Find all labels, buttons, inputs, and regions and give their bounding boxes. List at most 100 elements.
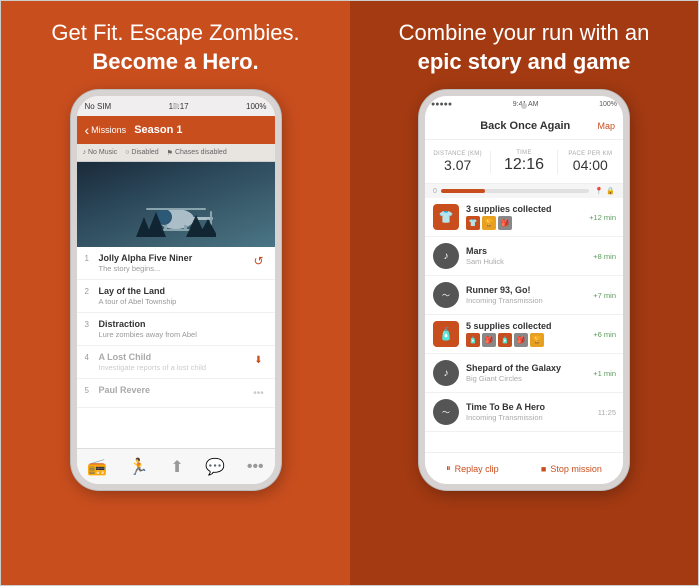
mission-number-1: 1 — [85, 254, 95, 263]
wave-icon-1: 〜 — [432, 281, 460, 309]
progress-row: 0 📍 🔒 — [425, 184, 623, 198]
dots-icon: ••• — [251, 385, 267, 401]
activity-title-1: 3 supplies collected — [466, 204, 583, 214]
activity-list: 👕 3 supplies collected 👕 🏆 🎒 +12 min ♪ — [425, 198, 623, 452]
activity-time-4: +6 min — [593, 330, 616, 339]
shield-icon: 🔒 — [606, 187, 615, 195]
tab-share-icon[interactable]: ⬆ — [170, 457, 183, 477]
right-headline: Combine your run with an epic story and … — [399, 19, 650, 76]
phone-camera — [173, 103, 179, 109]
battery-text: 100% — [246, 102, 266, 111]
transmission-icon-1: 〜 — [433, 282, 459, 308]
supply-icon-1: 👕 — [432, 203, 460, 231]
badge-bag2: 🎒 — [482, 333, 496, 347]
nav-bar-right: Back Once Again Map — [425, 112, 623, 140]
stop-mission-button[interactable]: ■ Stop mission — [541, 464, 602, 474]
chases-label: Disabled — [131, 149, 158, 156]
activity-info-5: Shepard of the Galaxy Big Giant Circles — [466, 363, 587, 383]
activity-info-3: Runner 93, Go! Incoming Transmission — [466, 285, 587, 305]
badge-bag4: 🎒 — [514, 333, 528, 347]
activity-time-3: +7 min — [593, 291, 616, 300]
nav-title-right: Back Once Again — [480, 120, 570, 132]
right-headline-line1: Combine your run with an — [399, 20, 650, 45]
mission-name-4: A Lost Child — [99, 352, 251, 362]
bottom-tabs-left: 📻 🏃 ⬆ 💬 ••• — [77, 448, 275, 484]
left-headline-line2: Become a Hero. — [92, 49, 258, 74]
chases-disabled-item: ⚑ Chases disabled — [167, 149, 227, 157]
tab-radio-icon[interactable]: 📻 — [87, 457, 107, 477]
left-headline: Get Fit. Escape Zombies. Become a Hero. — [51, 19, 299, 76]
signal-dots: ●●●●● — [431, 101, 452, 108]
pace-value: 04:00 — [573, 157, 608, 173]
distance-stat: Distance (km) 3.07 — [425, 151, 491, 173]
left-phone: No SIM 18:17 100% Missions Season 1 ♪ No… — [71, 90, 281, 490]
left-headline-line1: Get Fit. Escape Zombies. — [51, 20, 299, 45]
mission-info-4: A Lost Child Investigate reports of a lo… — [99, 352, 251, 372]
badge-trophy2: 🏆 — [530, 333, 544, 347]
right-phone-camera — [521, 103, 527, 109]
activity-item-3: 〜 Runner 93, Go! Incoming Transmission +… — [425, 276, 623, 315]
phone-screen-left: Missions Season 1 ♪ No Music ○ Disabled … — [77, 116, 275, 484]
left-panel: Get Fit. Escape Zombies. Become a Hero. … — [1, 1, 350, 585]
activity-title-6: Time To Be A Hero — [466, 402, 592, 412]
activity-title-4: 5 supplies collected — [466, 321, 587, 331]
nav-bar-left: Missions Season 1 — [77, 116, 275, 144]
mission-image — [77, 162, 275, 247]
activity-time-6: 11:25 — [598, 408, 616, 417]
activity-info-4: 5 supplies collected 🧴 🎒 🧴 🎒 🏆 — [466, 321, 587, 347]
activity-subtitle-5: Big Giant Circles — [466, 374, 587, 383]
mission-item-1[interactable]: 1 Jolly Alpha Five Niner The story begin… — [77, 247, 275, 280]
right-phone: ●●●●● 9:41 AM 100% Back Once Again Map D… — [419, 90, 629, 490]
replay-clip-button[interactable]: ⏸ Replay clip — [446, 463, 499, 474]
mission-name-1: Jolly Alpha Five Niner — [99, 253, 251, 263]
time-value: 12:16 — [504, 156, 544, 174]
mission-desc-4: Investigate reports of a lost child — [99, 363, 251, 372]
carrier-text: No SIM — [85, 102, 112, 111]
badge-bag: 🎒 — [498, 216, 512, 230]
mission-info-1: Jolly Alpha Five Niner The story begins.… — [99, 253, 251, 273]
supply-icon-2: 🧴 — [432, 320, 460, 348]
progress-icons: 📍 🔒 — [595, 187, 615, 195]
activity-title-2: Mars — [466, 246, 587, 256]
nav-back-button[interactable]: Missions — [85, 122, 127, 138]
activity-item-6: 〜 Time To Be A Hero Incoming Transmissio… — [425, 393, 623, 432]
mission-desc-1: The story begins... — [99, 264, 251, 273]
flag-icon: ⚑ — [167, 149, 173, 157]
tab-chat-icon[interactable]: 💬 — [205, 457, 225, 477]
map-button[interactable]: Map — [597, 121, 615, 131]
badge-shirt: 👕 — [466, 216, 480, 230]
mission-item-5[interactable]: 5 Paul Revere ••• — [77, 379, 275, 408]
activity-title-3: Runner 93, Go! — [466, 285, 587, 295]
mission-item-3[interactable]: 3 Distraction Lure zombies away from Abe… — [77, 313, 275, 346]
mission-item-2[interactable]: 2 Lay of the Land A tour of Abel Townshi… — [77, 280, 275, 313]
bottle-icon: 🧴 — [433, 321, 459, 347]
refresh-icon: ↺ — [251, 253, 267, 269]
audio-icon-1: ♪ — [432, 242, 460, 270]
sub-toolbar: ♪ No Music ○ Disabled ⚑ Chases disabled — [77, 144, 275, 162]
music-note-icon: ♪ — [83, 149, 87, 156]
distance-value: 3.07 — [444, 157, 471, 173]
activity-subtitle-2: Sam Hulick — [466, 257, 587, 266]
mission-name-2: Lay of the Land — [99, 286, 267, 296]
right-headline-line2: epic story and game — [418, 49, 631, 74]
tab-run-icon[interactable]: 🏃 — [129, 457, 149, 477]
activity-info-1: 3 supplies collected 👕 🏆 🎒 — [466, 204, 583, 230]
nav-title-left: Season 1 — [134, 124, 182, 136]
circle-icon: ○ — [125, 149, 129, 156]
activity-time-1: +12 min — [589, 213, 616, 222]
music-icon-2: ♪ — [433, 360, 459, 386]
stats-row: Distance (km) 3.07 TIME 12:16 Pace per k… — [425, 140, 623, 184]
transmission-icon-2: 〜 — [433, 399, 459, 425]
activity-item-1: 👕 3 supplies collected 👕 🏆 🎒 +12 min — [425, 198, 623, 237]
tab-more-icon[interactable]: ••• — [247, 458, 264, 476]
mission-name-3: Distraction — [99, 319, 267, 329]
supply-badges-2: 🧴 🎒 🧴 🎒 🏆 — [466, 333, 587, 347]
mission-info-5: Paul Revere — [99, 385, 251, 395]
mission-number-3: 3 — [85, 320, 95, 329]
music-item: ♪ No Music — [83, 149, 118, 156]
right-battery: 100% — [599, 101, 617, 108]
mission-item-4[interactable]: 4 A Lost Child Investigate reports of a … — [77, 346, 275, 379]
activity-title-5: Shepard of the Galaxy — [466, 363, 587, 373]
mission-list: 1 Jolly Alpha Five Niner The story begin… — [77, 247, 275, 448]
activity-subtitle-6: Incoming Transmission — [466, 413, 592, 422]
